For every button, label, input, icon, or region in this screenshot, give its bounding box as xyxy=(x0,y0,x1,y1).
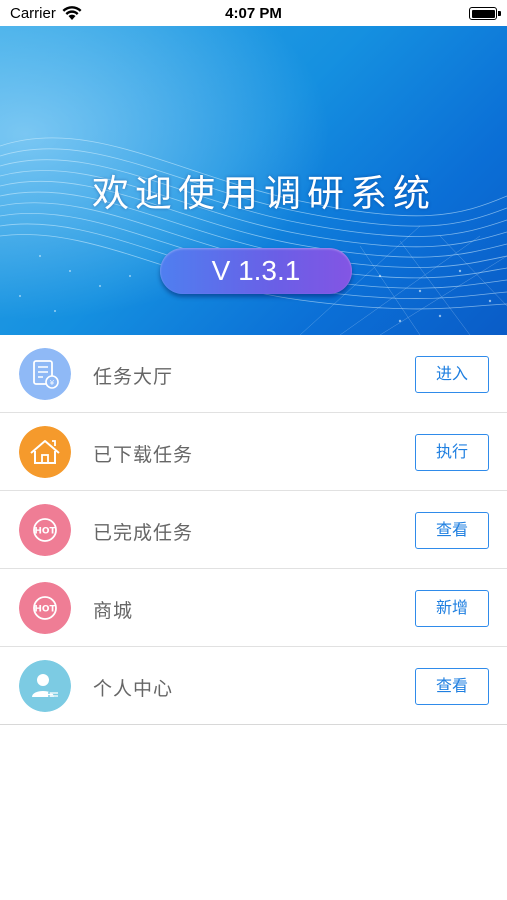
svg-text:¥: ¥ xyxy=(50,379,55,387)
svg-text:HOT: HOT xyxy=(34,605,56,615)
hot-icon: HOT xyxy=(19,582,71,634)
status-bar: Carrier 4:07 PM xyxy=(0,0,507,26)
menu-item-downloaded-tasks[interactable]: 已下载任务 执行 xyxy=(0,413,507,491)
menu-list: ¥ 任务大厅 进入 已下载任务 执行 HOT 已完成任务 查看 HOT 商城 新… xyxy=(0,335,507,725)
welcome-banner: 欢迎使用调研系统 V 1.3.1 xyxy=(0,26,507,335)
menu-item-mall[interactable]: HOT 商城 新增 xyxy=(0,569,507,647)
menu-label: 已完成任务 xyxy=(93,522,194,544)
version-badge: V 1.3.1 xyxy=(160,248,352,294)
battery-icon xyxy=(469,7,501,20)
execute-button[interactable]: 执行 xyxy=(415,434,489,471)
banner-title: 欢迎使用调研系统 xyxy=(92,172,436,215)
house-icon xyxy=(19,426,71,478)
menu-item-profile[interactable]: 个人中心 查看 xyxy=(0,647,507,725)
menu-item-task-hall[interactable]: ¥ 任务大厅 进入 xyxy=(0,335,507,413)
svg-text:HOT: HOT xyxy=(34,527,56,537)
clock: 4:07 PM xyxy=(225,5,282,22)
view-button[interactable]: 查看 xyxy=(415,668,489,705)
view-button[interactable]: 查看 xyxy=(415,512,489,549)
task-hall-icon: ¥ xyxy=(19,348,71,400)
person-icon xyxy=(19,660,71,712)
menu-label: 任务大厅 xyxy=(93,366,174,388)
menu-item-completed-tasks[interactable]: HOT 已完成任务 查看 xyxy=(0,491,507,569)
menu-label: 商城 xyxy=(93,600,134,622)
enter-button[interactable]: 进入 xyxy=(415,356,489,393)
menu-label: 个人中心 xyxy=(93,678,174,700)
hot-icon: HOT xyxy=(19,504,71,556)
menu-label: 已下载任务 xyxy=(93,444,194,466)
add-button[interactable]: 新增 xyxy=(415,590,489,627)
